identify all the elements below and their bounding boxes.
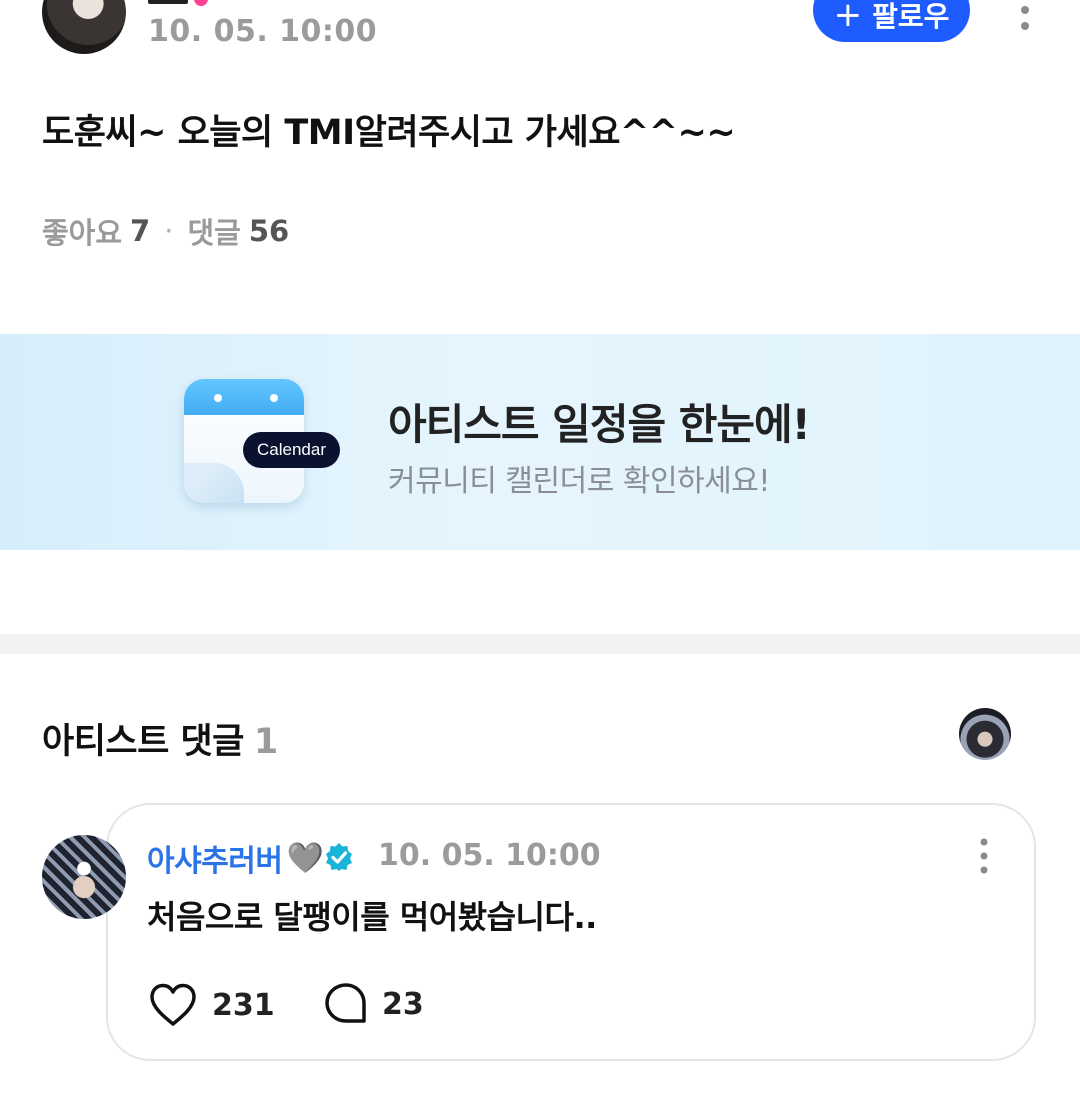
comment-author-avatar[interactable] (42, 835, 126, 919)
banner-title: 아티스트 일정을 한눈에! (388, 400, 811, 449)
section-divider (0, 634, 1080, 654)
comment-author-name[interactable]: 아샤추러버 🩶 (147, 836, 324, 880)
plus-icon: + (833, 0, 863, 35)
heart-outline-icon (150, 983, 196, 1026)
follow-button[interactable]: + 팔로우 (813, 0, 970, 42)
heart-emoji-icon (194, 0, 208, 6)
follow-label: 팔로우 (872, 0, 950, 33)
speech-bubble-icon (325, 983, 366, 1023)
comments-label: 댓글 (187, 216, 241, 250)
stats-separator: · (164, 214, 174, 248)
comment-like-count: 231 (212, 987, 275, 1023)
post-timestamp: 10. 05. 10:00 (148, 14, 378, 49)
comment-reply-count: 23 (382, 986, 424, 1022)
post-stats: 좋아요 7 · 댓글 56 (42, 210, 289, 252)
grey-heart-icon: 🩶 (286, 840, 324, 876)
more-options-icon[interactable] (1010, 6, 1040, 40)
verified-badge-icon (326, 843, 352, 871)
artist-comments-title: 아티스트 댓글 1 (42, 713, 278, 764)
author-name[interactable] (148, 0, 208, 6)
calendar-promo-banner[interactable]: Calendar 아티스트 일정을 한눈에! 커뮤니티 캘린더로 확인하세요! (0, 334, 1080, 550)
likes-label: 좋아요 (42, 216, 123, 250)
likes-count: 7 (130, 214, 151, 248)
comment-author-text: 아샤추러버 (147, 844, 283, 879)
banner-subtitle: 커뮤니티 캘린더로 확인하세요! (388, 464, 770, 499)
artist-comments-label: 아티스트 댓글 (42, 722, 244, 762)
comment-timestamp: 10. 05. 10:00 (378, 838, 601, 873)
comment-reply-button[interactable]: 23 (324, 982, 424, 1026)
artist-avatar-thumbnail[interactable] (959, 708, 1011, 760)
artist-comments-count: 1 (253, 722, 278, 762)
comment-more-options-icon[interactable] (969, 838, 999, 874)
calendar-tag: Calendar (243, 432, 340, 468)
comment-text: 처음으로 달팽이를 먹어봤습니다.. (147, 898, 597, 936)
comment-like-button[interactable]: 231 (148, 982, 275, 1028)
comments-count: 56 (248, 214, 290, 248)
calendar-icon: Calendar (184, 379, 340, 505)
post-body: 도훈씨~ 오늘의 TMI알려주시고 가세요^^~~ (42, 113, 736, 153)
author-name-text (148, 0, 188, 4)
author-avatar[interactable] (42, 0, 126, 54)
